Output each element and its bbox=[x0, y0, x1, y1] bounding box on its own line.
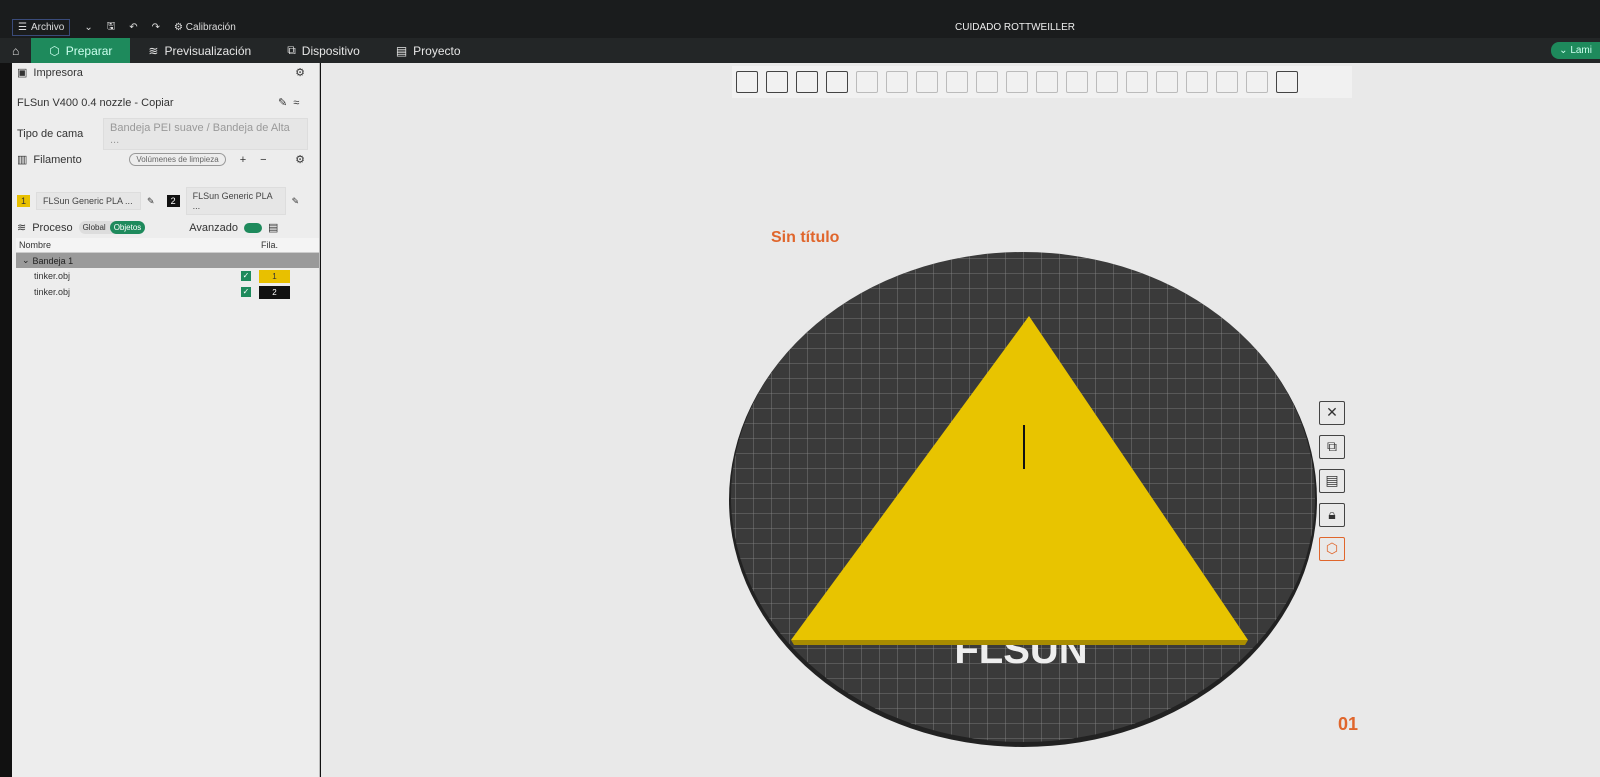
undo-icon[interactable]: ↶ bbox=[129, 22, 137, 33]
printer-icon: ▣ bbox=[17, 67, 28, 79]
list-icon[interactable]: ▤ bbox=[268, 221, 278, 234]
slice-label: Lami bbox=[1570, 45, 1592, 56]
edit-icon[interactable]: ✎ bbox=[278, 96, 287, 109]
process-section-title: Proceso bbox=[32, 221, 73, 234]
wifi-icon[interactable]: ≈ bbox=[293, 97, 299, 109]
checkbox[interactable]: ✓ bbox=[241, 271, 251, 281]
object-list: Nombre Fila. ⌄ Bandeja 1 tinker.obj ✓ 1 tin… bbox=[16, 238, 319, 300]
edit-icon[interactable]: ✎ bbox=[147, 196, 155, 207]
main-tabs: ⌂ ⬡ Preparar ≋ Previsualización ⧉ Dispositi… bbox=[0, 38, 1600, 63]
global-option[interactable]: Global bbox=[79, 221, 110, 234]
checkbox[interactable]: ✓ bbox=[241, 287, 251, 297]
table-row[interactable]: tinker.obj ✓ 1 bbox=[16, 268, 319, 284]
printer-section-title: Impresora bbox=[33, 66, 83, 79]
title-bar: ☰ Archivo ⌄ 🖫 ↶ ↷ ⚙ Calibración CUIDADO R… bbox=[0, 0, 1600, 38]
filament-2-select[interactable]: FLSun Generic PLA ... bbox=[185, 187, 286, 215]
filament-section-title: Filamento bbox=[33, 153, 82, 166]
calibration-button[interactable]: ⚙ Calibración bbox=[174, 22, 236, 33]
tab-label: Preparar bbox=[65, 43, 113, 58]
objects-option[interactable]: Objetos bbox=[109, 221, 146, 234]
tab-label: Previsualización bbox=[164, 43, 252, 58]
tab-dispositivo[interactable]: ⧉ Dispositivo bbox=[269, 38, 378, 63]
edit-icon[interactable]: ✎ bbox=[292, 196, 300, 207]
sidebar: ▣ Impresora ⚙ FLSun V400 0.4 nozzle - Copi… bbox=[12, 63, 320, 777]
orient-icon[interactable]: ⧉ bbox=[1319, 435, 1345, 459]
chevron-down-icon[interactable]: ⌄ bbox=[84, 22, 92, 33]
save-icon[interactable]: 🖫 bbox=[107, 19, 116, 36]
advanced-toggle[interactable] bbox=[244, 222, 263, 233]
slice-button[interactable]: ⌄ Lami bbox=[1551, 42, 1600, 59]
window-title: CUIDADO ROTTWEILLER bbox=[955, 22, 1076, 33]
group-label: Bandeja 1 bbox=[32, 255, 74, 266]
tab-label: Proyecto bbox=[413, 43, 461, 58]
process-icon: ≋ bbox=[17, 222, 27, 234]
cube-icon: ⬡ bbox=[49, 43, 60, 58]
settings-hex-icon[interactable]: ⬡ bbox=[1319, 537, 1345, 561]
menu-icon: ☰ bbox=[18, 22, 27, 33]
lock-icon[interactable]: 🔒︎ bbox=[1319, 503, 1345, 527]
filament-cell[interactable]: 2 bbox=[259, 285, 290, 299]
filament-1-select[interactable]: FLSun Generic PLA ... bbox=[36, 192, 142, 210]
arrange-icon[interactable]: ▤ bbox=[1319, 469, 1345, 493]
filament-2-badge: 2 bbox=[166, 195, 180, 207]
advanced-label: Avanzado bbox=[189, 221, 239, 234]
filament-cell[interactable]: 1 bbox=[259, 269, 290, 283]
home-icon[interactable]: ⌂ bbox=[0, 38, 31, 63]
column-filament: Fila. bbox=[261, 240, 279, 250]
gear-icon[interactable]: ⚙ bbox=[295, 66, 305, 79]
close-icon[interactable]: ✕ bbox=[1319, 401, 1345, 425]
plate-group[interactable]: ⌄ Bandeja 1 bbox=[16, 253, 319, 268]
gear-icon[interactable]: ⚙ bbox=[295, 153, 305, 166]
tab-label: Dispositivo bbox=[301, 43, 360, 58]
printer-select[interactable]: FLSun V400 0.4 nozzle - Copiar bbox=[17, 97, 272, 109]
tab-preparar[interactable]: ⬡ Preparar bbox=[31, 38, 131, 63]
calibration-label: Calibración bbox=[185, 22, 236, 33]
flush-volumes-button[interactable]: Volúmenes de limpieza bbox=[129, 153, 226, 166]
bed-type-select[interactable]: Bandeja PEI suave / Bandeja de Alta ... bbox=[103, 118, 308, 150]
filament-icon: ▥ bbox=[17, 154, 28, 166]
3d-viewport[interactable]: Sin título FLSUN ✕ ⧉ ▤ 🔒︎ ⬡ 01 bbox=[321, 63, 1600, 777]
table-row[interactable]: tinker.obj ✓ 2 bbox=[16, 284, 319, 300]
object-name: tinker.obj bbox=[34, 287, 71, 297]
tab-previsualizacion[interactable]: ≋ Previsualización bbox=[130, 38, 269, 63]
object-name: tinker.obj bbox=[34, 271, 71, 281]
tab-proyecto[interactable]: ▤ Proyecto bbox=[378, 38, 479, 63]
project-icon: ▤ bbox=[395, 43, 408, 58]
plate-number: 01 bbox=[1338, 714, 1359, 734]
plate-tools: ✕ ⧉ ▤ 🔒︎ ⬡ bbox=[1319, 401, 1345, 561]
column-name: Nombre bbox=[19, 240, 52, 250]
redo-icon[interactable]: ↷ bbox=[152, 22, 160, 33]
remove-filament-button[interactable]: − bbox=[260, 154, 266, 166]
layers-icon: ≋ bbox=[148, 43, 159, 58]
build-plate: FLSUN bbox=[729, 252, 1317, 747]
device-icon: ⧉ bbox=[287, 43, 296, 57]
archivo-menu[interactable]: ☰ Archivo bbox=[12, 19, 71, 36]
bed-type-label: Tipo de cama bbox=[17, 128, 84, 140]
add-filament-button[interactable]: + bbox=[240, 154, 246, 166]
global-objects-switch[interactable]: Global Objetos bbox=[78, 221, 146, 234]
archivo-label: Archivo bbox=[30, 22, 65, 33]
filament-1-badge: 1 bbox=[17, 195, 31, 207]
